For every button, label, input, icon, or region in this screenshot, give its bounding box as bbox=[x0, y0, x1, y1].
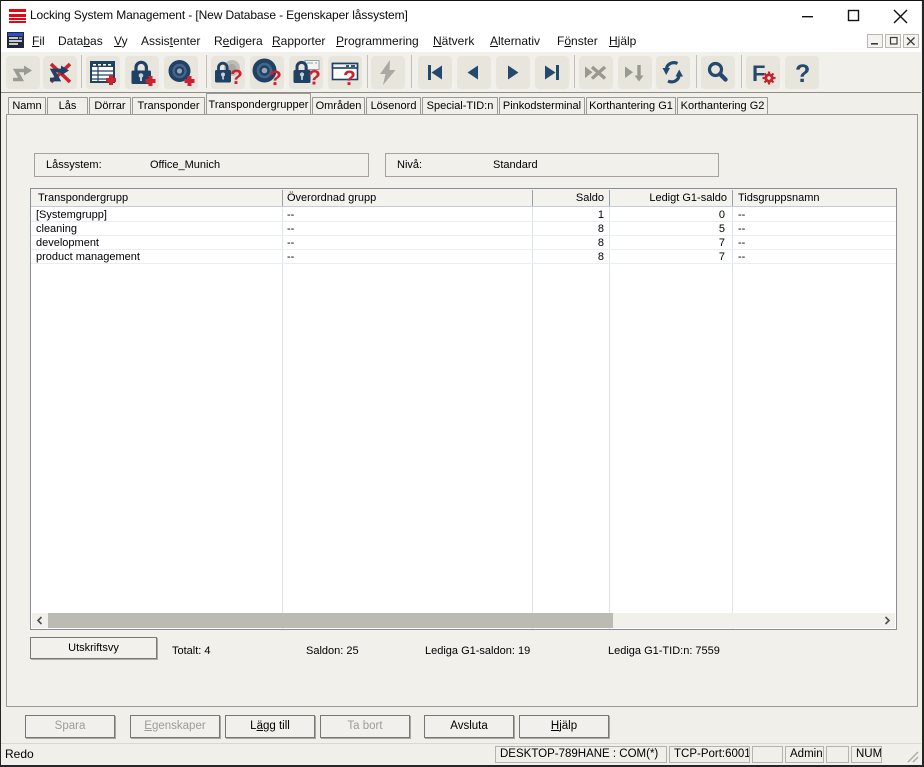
svg-text:?: ? bbox=[795, 60, 810, 88]
svg-text:F: F bbox=[752, 61, 765, 86]
svg-text:?: ? bbox=[230, 66, 243, 89]
svg-text:?: ? bbox=[343, 67, 356, 89]
svg-text:?: ? bbox=[269, 67, 282, 89]
svg-text:?: ? bbox=[308, 67, 321, 90]
